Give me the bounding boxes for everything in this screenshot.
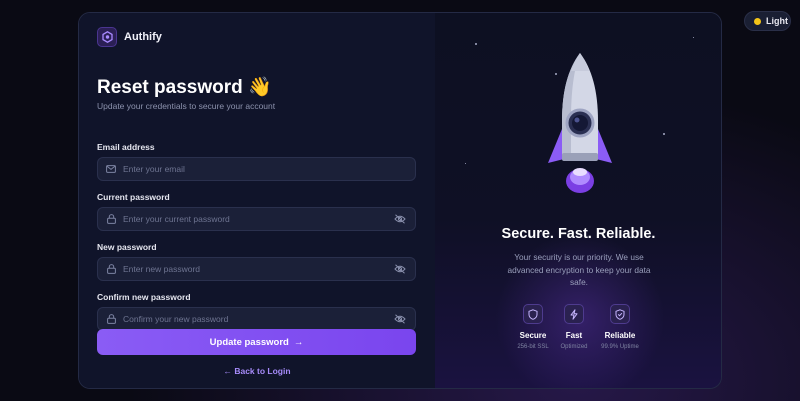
update-password-button[interactable]: Update password → [97, 329, 416, 355]
page-subtitle: Update your credentials to secure your a… [97, 101, 276, 111]
eye-off-icon[interactable] [385, 264, 415, 274]
feature-subtitle: Optimized [560, 344, 588, 350]
email-field[interactable] [97, 157, 416, 181]
brand: Authify [97, 27, 162, 47]
star-decoration [663, 133, 665, 135]
confirm-password-input[interactable] [123, 314, 385, 324]
lock-icon [99, 214, 123, 224]
lightning-icon [564, 304, 584, 324]
sun-dot-icon [754, 17, 761, 25]
current-password-field[interactable] [97, 207, 416, 231]
new-password-input[interactable] [123, 264, 385, 274]
confirm-password-label: Confirm new password [97, 292, 191, 302]
lock-icon [99, 264, 123, 274]
star-decoration [475, 43, 477, 45]
feature-subtitle: 99.9% Uptime [601, 344, 639, 350]
current-password-label: Current password [97, 192, 170, 202]
star-decoration [693, 37, 694, 38]
eye-off-icon[interactable] [385, 214, 415, 224]
eye-off-icon[interactable] [385, 314, 415, 324]
shield-check-icon [610, 304, 630, 324]
shield-icon [523, 304, 543, 324]
feature-title: Reliable [604, 331, 636, 340]
current-password-input[interactable] [123, 214, 385, 224]
feature-title: Secure [519, 331, 547, 340]
new-password-label: New password [97, 242, 157, 252]
lock-icon [99, 314, 123, 324]
hexagon-logo-icon [97, 27, 117, 47]
form-panel: Authify Reset password 👋 Update your cre… [79, 13, 435, 388]
update-password-label: Update password [209, 336, 289, 348]
hero-description: Your security is our priority. We use ad… [507, 252, 651, 287]
theme-toggle-button[interactable]: Light [744, 11, 791, 31]
email-label: Email address [97, 142, 155, 152]
hero-panel: Secure. Fast. Reliable. Your security is… [435, 13, 721, 388]
arrow-right-icon: → [293, 336, 304, 348]
feature-reliable: Reliable 99.9% Uptime [590, 304, 650, 350]
brand-name: Authify [124, 31, 162, 43]
rocket-illustration [548, 53, 612, 193]
back-to-login-link[interactable]: ← Back to Login [79, 366, 435, 376]
feature-title: Fast [565, 331, 583, 340]
auth-card: Authify Reset password 👋 Update your cre… [78, 12, 722, 389]
hero-tagline: Secure. Fast. Reliable. [501, 226, 656, 242]
page-title: Reset password 👋 [97, 77, 272, 98]
mail-icon [99, 165, 123, 173]
new-password-field[interactable] [97, 257, 416, 281]
theme-toggle-label: Light [766, 16, 788, 26]
confirm-password-field[interactable] [97, 307, 416, 331]
email-input[interactable] [123, 164, 415, 174]
star-decoration [465, 163, 466, 164]
